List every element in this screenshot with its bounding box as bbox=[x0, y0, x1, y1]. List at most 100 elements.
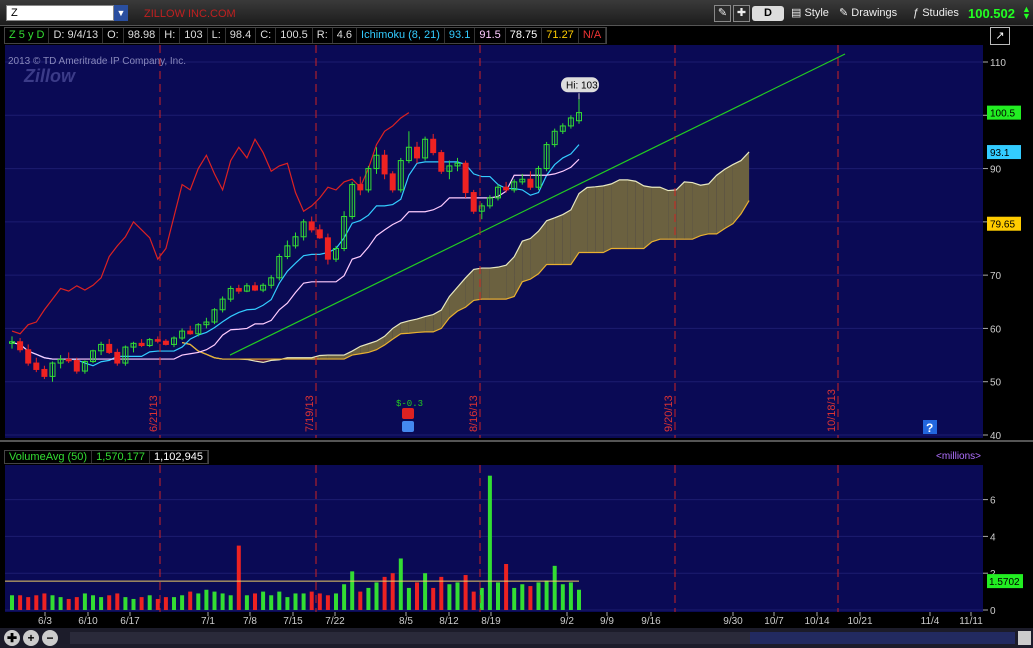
candle-body bbox=[114, 351, 121, 364]
cloud-segment bbox=[498, 265, 507, 300]
expand-icon[interactable]: ↗ bbox=[990, 27, 1010, 45]
aggregation-label[interactable]: Z 5 y D bbox=[5, 28, 50, 43]
volume-bar bbox=[358, 591, 363, 610]
pan-icon[interactable]: ✚ bbox=[4, 630, 20, 646]
volume-study-label[interactable]: VolumeAvg (50) bbox=[5, 451, 93, 463]
volume-tick-label: 6 bbox=[990, 496, 996, 507]
open-label: O: bbox=[103, 28, 124, 43]
cloud-segment bbox=[554, 214, 563, 265]
candle-body bbox=[462, 162, 469, 194]
volume-bar bbox=[220, 593, 225, 610]
date-tick-label: 7/8 bbox=[243, 616, 257, 627]
studies-icon: ƒ bbox=[913, 7, 923, 19]
cloud-segment bbox=[530, 231, 539, 280]
scrollbar-end-button[interactable] bbox=[1018, 631, 1031, 645]
volume-bar bbox=[366, 587, 371, 610]
period-button[interactable]: D bbox=[752, 6, 784, 21]
up-arrow-icon: ▲ ▼ bbox=[1022, 4, 1031, 21]
cloud-segment bbox=[473, 268, 482, 301]
earnings-icon[interactable] bbox=[402, 421, 414, 432]
volume-bar bbox=[390, 573, 395, 610]
volume-bar bbox=[374, 582, 379, 610]
volume-bar bbox=[172, 597, 176, 610]
chart-canvas[interactable]: Hi: 103 405060708090100110100.593.179.65… bbox=[0, 0, 1033, 628]
date-tick-label: 6/17 bbox=[120, 616, 140, 627]
cloud-segment bbox=[676, 181, 685, 240]
volume-bar bbox=[269, 595, 274, 610]
volume-pane[interactable] bbox=[5, 465, 983, 612]
volume-bar bbox=[520, 584, 525, 610]
range-value: 4.6 bbox=[333, 28, 358, 43]
zoom-in-icon[interactable]: + bbox=[23, 630, 39, 646]
price-badge-label: 79.65 bbox=[990, 220, 1015, 231]
volume-bar bbox=[91, 595, 95, 610]
cloud-segment bbox=[732, 160, 741, 224]
date-tick-label: 9/2 bbox=[560, 616, 574, 627]
range-label: R: bbox=[313, 28, 333, 43]
cloud-segment bbox=[692, 182, 701, 240]
candle-body bbox=[25, 349, 32, 364]
volume-bar bbox=[536, 582, 541, 610]
volume-legend: VolumeAvg (50) 1,570,177 1,102,945 bbox=[4, 450, 209, 464]
date-tick-label: 10/14 bbox=[804, 616, 829, 627]
candle-body bbox=[17, 341, 24, 351]
volume-units: <millions> bbox=[936, 451, 982, 462]
date-tick-label: 9/16 bbox=[641, 616, 661, 627]
price-tick-label: 60 bbox=[990, 324, 1002, 335]
price-badge-label: 100.5 bbox=[990, 109, 1015, 120]
volume-bar bbox=[123, 597, 128, 610]
pin-icon[interactable]: ✎ bbox=[714, 5, 731, 22]
volume-bar bbox=[471, 591, 476, 610]
studies-button[interactable]: ƒ Studies bbox=[910, 5, 962, 22]
price-tick-label: 40 bbox=[990, 431, 1002, 442]
candle-body bbox=[106, 343, 113, 353]
candle-body bbox=[503, 186, 510, 191]
candle-body bbox=[138, 342, 145, 346]
help-marker[interactable]: ? bbox=[923, 420, 937, 435]
cloud-segment bbox=[619, 179, 628, 249]
cloud-segment bbox=[651, 187, 660, 242]
candle-body bbox=[73, 359, 80, 372]
expiration-date-label: 9/20/13 bbox=[663, 395, 675, 432]
volume-bar bbox=[577, 589, 581, 610]
volume-bar bbox=[244, 595, 249, 610]
candle-body bbox=[41, 368, 48, 377]
volume-bar bbox=[552, 565, 557, 610]
candle-body bbox=[324, 237, 331, 260]
candle-body bbox=[33, 362, 40, 370]
volume-bar bbox=[544, 580, 549, 610]
volume-bar bbox=[58, 597, 63, 610]
date-tick-label: 9/30 bbox=[723, 616, 743, 627]
kijun-value: 91.5 bbox=[475, 28, 506, 43]
volume-bar bbox=[163, 597, 168, 610]
candle-body bbox=[389, 173, 396, 191]
chevron-down-icon[interactable]: ▼ bbox=[114, 5, 128, 21]
candle-body bbox=[357, 184, 364, 191]
volume-bar bbox=[504, 564, 509, 610]
svg-text:?: ? bbox=[926, 421, 933, 435]
crosshair-icon[interactable]: ✚ bbox=[733, 5, 750, 22]
dividend-icon[interactable] bbox=[402, 408, 414, 419]
close-value: 100.5 bbox=[276, 28, 313, 43]
symbol-input[interactable]: Z bbox=[6, 5, 114, 21]
volume-bar bbox=[277, 591, 282, 610]
volume-tick-label: 0 bbox=[990, 606, 996, 617]
volume-bar bbox=[228, 595, 233, 610]
drawings-button[interactable]: ✎ Drawings bbox=[836, 5, 900, 22]
cloud-segment bbox=[425, 314, 434, 332]
style-button[interactable]: ▤ Style bbox=[788, 5, 832, 22]
candle-body bbox=[527, 178, 534, 188]
study-label[interactable]: Ichimoku (8, 21) bbox=[357, 28, 445, 43]
date-tick-label: 7/15 bbox=[283, 616, 303, 627]
expiration-date-label: 10/18/13 bbox=[826, 389, 838, 432]
volume-bar bbox=[350, 571, 355, 610]
zoom-out-icon[interactable]: − bbox=[42, 630, 58, 646]
date-tick-label: 8/5 bbox=[399, 616, 413, 627]
volume-bar bbox=[261, 591, 266, 610]
cloud-segment bbox=[587, 186, 596, 253]
cloud-segment bbox=[684, 181, 693, 240]
candle-body bbox=[308, 221, 315, 231]
scrollbar-thumb[interactable] bbox=[750, 632, 1015, 644]
volume-bar bbox=[82, 593, 87, 610]
candle-body bbox=[154, 339, 161, 342]
